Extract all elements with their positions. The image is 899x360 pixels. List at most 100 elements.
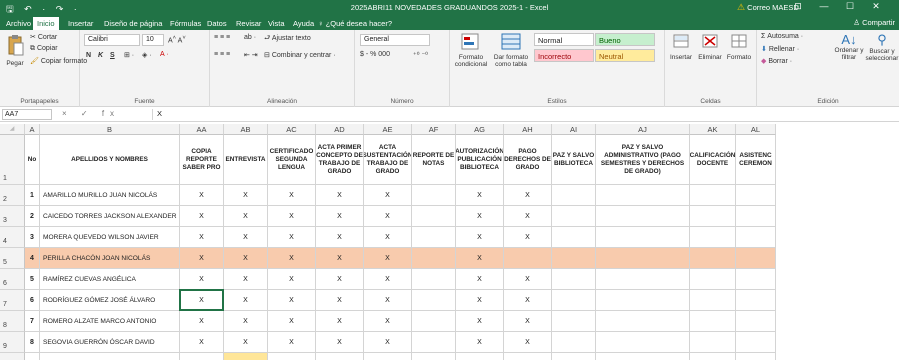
status-cell[interactable]: X [180,332,224,353]
column-header-ag[interactable]: AG [456,124,504,135]
column-title-cell[interactable]: CALIFICACIÓN DOCENTE [690,135,736,185]
copy-button[interactable]: ⧉ Copiar [30,45,58,53]
status-cell[interactable]: X [364,185,412,206]
style-normal[interactable]: Normal [534,33,594,46]
font-name-select[interactable]: Calibri [84,34,140,46]
status-cell[interactable] [690,332,736,353]
row-number-cell[interactable]: 6 [25,290,40,311]
status-cell[interactable] [736,185,776,206]
status-cell[interactable] [736,311,776,332]
status-cell[interactable]: X [316,227,364,248]
student-name-cell[interactable]: SEGOVIA GUERRÓN ÓSCAR DAVID [40,332,180,353]
status-cell[interactable]: X [268,227,316,248]
column-header-a[interactable]: A [25,124,40,135]
status-cell[interactable]: X [268,248,316,269]
status-cell[interactable]: X [180,269,224,290]
status-cell[interactable] [596,269,690,290]
status-cell[interactable]: X [180,311,224,332]
status-cell[interactable] [552,227,596,248]
student-name-cell[interactable]: JIMENEZ ACOSTA CRISTIAN [40,353,180,360]
status-cell[interactable] [412,311,456,332]
status-cell[interactable] [736,248,776,269]
status-cell[interactable] [596,227,690,248]
status-cell[interactable]: X [268,353,316,360]
row-header[interactable]: 5 [0,248,25,269]
status-cell[interactable] [690,311,736,332]
status-cell[interactable]: X [224,353,268,360]
student-name-cell[interactable]: MORERA QUEVEDO WILSON JAVIER [40,227,180,248]
status-cell[interactable]: X [224,332,268,353]
status-cell[interactable] [412,353,456,360]
status-cell[interactable]: X [180,353,224,360]
column-title-cell[interactable]: PAZ Y SALVO BIBLIOTECA [552,135,596,185]
column-title-cell[interactable]: No [25,135,40,185]
status-cell[interactable]: X [180,185,224,206]
clear-button[interactable]: ◆ Borrar · [761,57,792,65]
tab-diseno-pagina[interactable]: Diseño de página [100,17,166,30]
tab-vista[interactable]: Vista [264,17,289,30]
column-title-cell[interactable]: ENTREVISTA [224,135,268,185]
status-cell[interactable]: X [224,290,268,311]
find-select-button[interactable]: ⚲ Buscar y seleccionar [865,32,899,62]
student-name-cell[interactable]: RAMÍREZ CUEVAS ANGÉLICA [40,269,180,290]
column-title-cell[interactable]: AUTORIZACIÓN PUBLICACIÓN BIBLIOTECA [456,135,504,185]
style-bueno[interactable]: Bueno [595,33,655,46]
status-cell[interactable]: X [504,206,552,227]
status-cell[interactable]: X [364,332,412,353]
status-cell[interactable]: X [316,185,364,206]
status-cell[interactable]: X [456,206,504,227]
indent-icons[interactable]: ⇤ ⇥ [244,51,258,59]
status-cell[interactable] [412,185,456,206]
column-title-cell[interactable]: REPORTE DE NOTAS [412,135,456,185]
orientation-icon[interactable]: ab · [244,34,256,41]
status-cell[interactable]: X [456,248,504,269]
status-cell[interactable] [412,248,456,269]
status-cell[interactable] [552,290,596,311]
row-number-cell[interactable]: 2 [25,206,40,227]
row-header[interactable]: 6 [0,269,25,290]
status-cell[interactable]: X [268,269,316,290]
status-cell[interactable] [596,248,690,269]
status-cell[interactable]: X [224,269,268,290]
status-cell[interactable]: X [316,353,364,360]
row-number-cell[interactable]: 9 [25,353,40,360]
column-header-af[interactable]: AF [412,124,456,135]
status-cell[interactable] [412,206,456,227]
fill-color-icon[interactable]: ◈ · [142,51,152,59]
status-cell[interactable] [412,227,456,248]
status-cell[interactable]: X [268,185,316,206]
student-name-cell[interactable]: AMARILLO MURILLO JUAN NICOLÁS [40,185,180,206]
formula-icons[interactable]: × ✓ fx [62,109,120,118]
status-cell[interactable] [412,332,456,353]
name-box[interactable]: AA7 [2,109,52,120]
tab-inicio[interactable]: Inicio [33,17,59,30]
column-header-ai[interactable]: AI [552,124,596,135]
status-cell[interactable]: X [316,311,364,332]
status-cell[interactable]: X [316,269,364,290]
close-button[interactable]: ✕ [863,1,889,12]
row-header[interactable]: 3 [0,206,25,227]
status-cell[interactable]: X [180,206,224,227]
conditional-format-button[interactable]: Formato condicional [452,32,490,68]
status-cell[interactable] [736,206,776,227]
status-cell[interactable]: X [456,290,504,311]
number-format-select[interactable]: General [360,34,430,46]
status-cell[interactable]: X [364,206,412,227]
column-title-cell[interactable]: PAGO DERECHOS DE GRADO [504,135,552,185]
status-cell[interactable] [596,185,690,206]
status-cell[interactable] [552,248,596,269]
status-cell[interactable]: X [364,227,412,248]
status-cell[interactable] [596,290,690,311]
column-header-ad[interactable]: AD [316,124,364,135]
status-cell[interactable] [596,332,690,353]
status-cell[interactable]: X [268,332,316,353]
student-name-cell[interactable]: PERILLA CHACÓN JOAN NICOLÁS [40,248,180,269]
column-header-ac[interactable]: AC [268,124,316,135]
column-header-al[interactable]: AL [736,124,776,135]
status-cell[interactable]: X [504,353,552,360]
row-number-cell[interactable]: 5 [25,269,40,290]
column-header-b[interactable]: B [40,124,180,135]
row-header[interactable]: 2 [0,185,25,206]
status-cell[interactable]: X [456,332,504,353]
status-cell[interactable]: X [364,269,412,290]
